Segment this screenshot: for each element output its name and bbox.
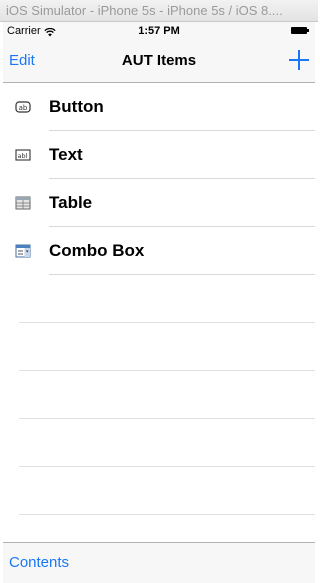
list-item-button[interactable]: ab Button [3,83,315,131]
list-item-text[interactable]: abl Text [3,131,315,179]
add-button[interactable] [289,50,309,70]
combo-box-icon [15,244,31,258]
battery-icon [291,27,309,34]
text-field-icon: abl [15,149,31,161]
list-item-label: Text [49,145,83,164]
button-icon: ab [15,101,31,113]
navigation-bar: Edit AUT Items [3,40,315,83]
list-item-combo-box[interactable]: Combo Box [3,227,315,275]
list-item-label: Combo Box [49,241,145,260]
list-item-label: Button [49,97,104,116]
empty-row [3,467,315,515]
list-item-label: Table [49,193,93,212]
bottom-toolbar: Contents [3,542,315,583]
empty-row [3,419,315,467]
list-item-table[interactable]: Table [3,179,315,227]
empty-row [3,323,315,371]
svg-text:abl: abl [18,152,28,160]
table-icon [15,196,31,210]
svg-text:ab: ab [19,104,28,112]
contents-button[interactable]: Contents [9,543,69,583]
status-time: 1:57 PM [138,25,180,37]
items-table: ab Button abl Text Table Combo Box [3,83,315,515]
simulator-title-bar: iOS Simulator - iPhone 5s - iPhone 5s / … [0,0,318,22]
row-separator [19,514,315,515]
simulator-title: iOS Simulator - iPhone 5s - iPhone 5s / … [6,3,283,18]
page-title: AUT Items [121,52,197,69]
phone-screen: Carrier 1:57 PM Edit AUT Items ab Button [3,22,315,583]
empty-row [3,371,315,419]
status-bar: Carrier 1:57 PM [3,22,315,40]
empty-row [3,275,315,323]
